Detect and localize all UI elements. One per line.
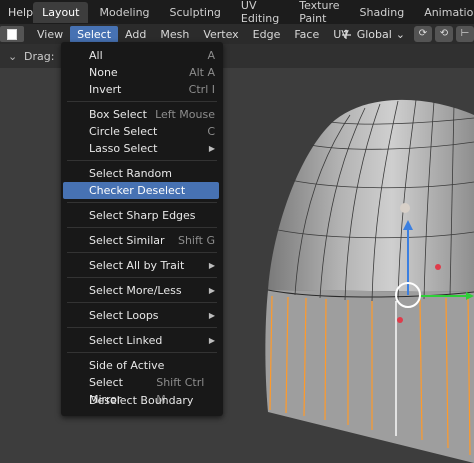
select-dropdown-menu: All A None Alt A Invert Ctrl I Box Select Le…	[61, 42, 223, 416]
mesh-dome	[268, 99, 474, 292]
chevron-down-icon: ⌄	[395, 27, 405, 41]
menu-separator	[67, 302, 217, 303]
menu-mesh[interactable]: Mesh	[153, 26, 196, 43]
select-mode-icon[interactable]	[0, 26, 24, 42]
pivot-icon[interactable]: ⟳	[414, 26, 432, 42]
menu-face[interactable]: Face	[287, 26, 326, 43]
tab-sculpting[interactable]: Sculpting	[161, 2, 230, 23]
header-right-tools: Global ⌄ ⟳ ⟲ ⊢	[333, 24, 474, 44]
menu-select[interactable]: Select	[70, 25, 119, 43]
menu-vertex[interactable]: Vertex	[196, 26, 245, 43]
tab-modeling[interactable]: Modeling	[90, 2, 158, 23]
menu-separator	[67, 277, 217, 278]
menu-separator	[67, 227, 217, 228]
menu-item-select-all-by-trait[interactable]: Select All by Trait ▶	[63, 257, 219, 274]
menu-item-checker-deselect[interactable]: Checker Deselect	[63, 182, 219, 199]
menu-separator	[67, 252, 217, 253]
mesh-base	[265, 290, 474, 463]
menu-item-invert[interactable]: Invert Ctrl I	[63, 81, 219, 98]
menu-item-select-sharp-edges[interactable]: Select Sharp Edges	[63, 207, 219, 224]
menu-item-deselect-boundary[interactable]: Deselect Boundary	[63, 392, 219, 409]
menu-item-circle-select[interactable]: Circle Select C	[63, 123, 219, 140]
tab-animation[interactable]: Animation	[415, 2, 474, 23]
snap-icon[interactable]: ⟲	[435, 26, 453, 42]
menu-add[interactable]: Add	[118, 26, 153, 43]
orientation-label: Global	[356, 27, 392, 41]
viewport-header: View Select Add Mesh Vertex Edge Face UV…	[0, 24, 474, 44]
menu-item-side-of-active[interactable]: Side of Active	[63, 357, 219, 374]
menu-separator	[67, 327, 217, 328]
submenu-arrow-icon: ▶	[208, 261, 215, 270]
menu-item-select-random[interactable]: Select Random	[63, 165, 219, 182]
menu-item-select-linked[interactable]: Select Linked ▶	[63, 332, 219, 349]
submenu-arrow-icon: ▶	[208, 144, 215, 153]
top-bar: Help Layout Modeling Sculpting UV Editin…	[0, 0, 474, 25]
menu-item-lasso-select[interactable]: Lasso Select ▶	[63, 140, 219, 157]
drag-label: Drag:	[24, 49, 55, 63]
menu-item-box-select[interactable]: Box Select Left Mouse	[63, 106, 219, 123]
submenu-arrow-icon: ▶	[208, 336, 215, 345]
menu-view[interactable]: View	[30, 26, 70, 43]
menu-item-select-more-less[interactable]: Select More/Less ▶	[63, 282, 219, 299]
menu-separator	[67, 352, 217, 353]
help-menu[interactable]: Help	[0, 6, 33, 19]
orientation-icon	[341, 29, 351, 39]
menu-separator	[67, 101, 217, 102]
transform-orientation-dropdown[interactable]: Global ⌄	[333, 27, 411, 41]
menu-item-none[interactable]: None Alt A	[63, 64, 219, 81]
menu-item-select-mirror[interactable]: Select Mirror Shift Ctrl M	[63, 374, 219, 406]
tab-layout[interactable]: Layout	[33, 1, 89, 23]
submenu-arrow-icon: ▶	[208, 286, 215, 295]
chevron-down-icon[interactable]: ⌄	[8, 50, 17, 63]
proportional-edit-icon[interactable]: ⊢	[456, 26, 474, 42]
menu-item-select-loops[interactable]: Select Loops ▶	[63, 307, 219, 324]
menu-item-all[interactable]: All A	[63, 47, 219, 64]
menu-separator	[67, 160, 217, 161]
submenu-arrow-icon: ▶	[208, 311, 215, 320]
tab-shading[interactable]: Shading	[351, 2, 414, 23]
menu-item-select-similar[interactable]: Select Similar Shift G	[63, 232, 219, 249]
menu-separator	[67, 202, 217, 203]
menu-edge[interactable]: Edge	[246, 26, 288, 43]
